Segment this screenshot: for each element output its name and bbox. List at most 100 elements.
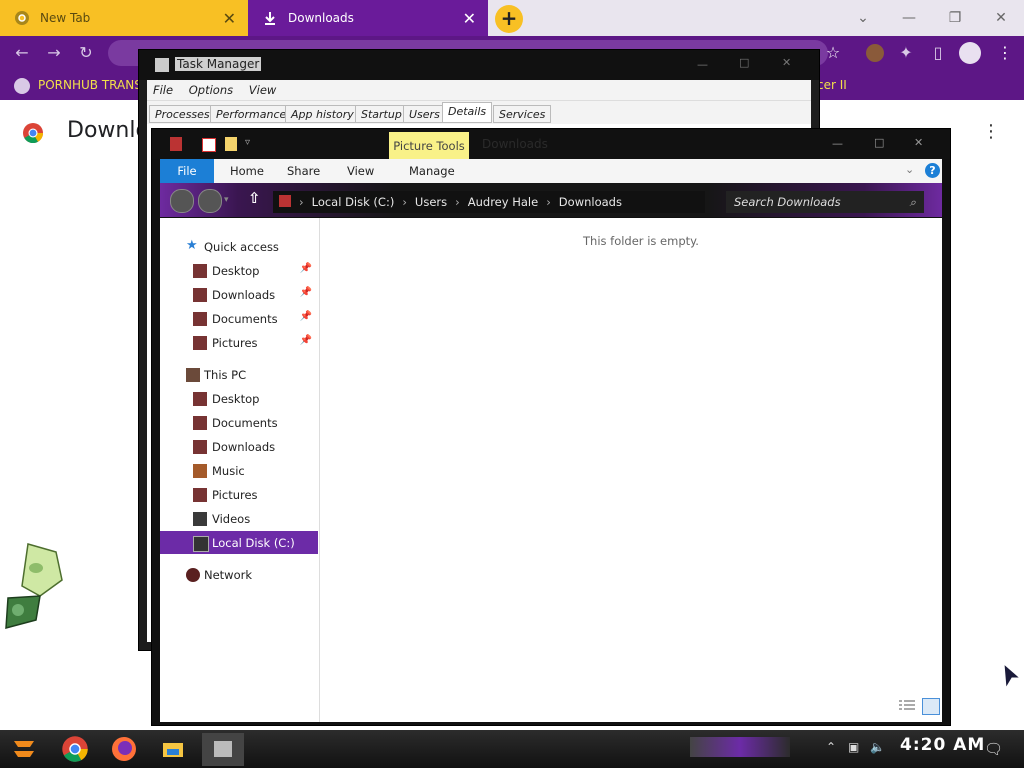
nav-pc-downloads[interactable]: Downloads — [160, 435, 318, 459]
menu-view[interactable]: View — [243, 80, 283, 97]
tab-downloads[interactable]: Downloads ✕ — [248, 0, 488, 36]
network-status-icon[interactable]: ▣ — [848, 740, 859, 754]
details-view-icon[interactable] — [899, 700, 915, 712]
tab-new-tab[interactable]: New Tab ✕ — [0, 0, 248, 36]
large-icons-view-icon[interactable] — [922, 698, 940, 715]
nav-pc-desktop[interactable]: Desktop — [160, 387, 318, 411]
crumb-local-disk[interactable]: Local Disk (C:) — [312, 195, 395, 209]
chrome-taskbar-icon[interactable] — [61, 735, 89, 763]
close-icon[interactable]: ✕ — [223, 9, 236, 28]
notifications-icon[interactable]: 🗨 — [984, 740, 1003, 758]
menu-dots-icon[interactable]: ⋮ — [996, 44, 1014, 62]
tab-users[interactable]: Users — [403, 105, 446, 123]
recent-locations-icon[interactable]: ▾ — [224, 195, 229, 205]
volume-icon[interactable]: 🔈 — [870, 740, 885, 754]
pin-icon: 📌 — [299, 287, 312, 298]
empty-folder-message: This folder is empty. — [583, 234, 699, 248]
nav-label: Videos — [212, 512, 251, 526]
close-icon[interactable]: ✕ — [914, 136, 923, 149]
ribbon-tab-share[interactable]: Share — [287, 159, 320, 183]
pin-icon: 📌 — [299, 263, 312, 274]
minimize-icon[interactable]: — — [897, 6, 921, 30]
close-icon[interactable]: ✕ — [989, 6, 1013, 30]
tab-processes[interactable]: Processes — [149, 105, 216, 123]
nav-pc-documents[interactable]: Documents — [160, 411, 318, 435]
menu-options[interactable]: Options — [183, 80, 239, 97]
ribbon-tab-file[interactable]: File — [160, 159, 214, 183]
properties-icon[interactable] — [202, 138, 216, 152]
side-panel-icon[interactable]: ▯ — [929, 44, 947, 62]
tab-details[interactable]: Details — [442, 102, 493, 123]
nav-pc-videos[interactable]: Videos — [160, 507, 318, 531]
nav-local-disk[interactable]: Local Disk (C:) — [160, 531, 318, 554]
file-explorer-taskbar-icon[interactable] — [159, 735, 187, 763]
new-tab-button[interactable]: + — [495, 5, 523, 33]
close-icon[interactable]: ✕ — [782, 56, 791, 69]
tab-app-history[interactable]: App history — [285, 105, 360, 123]
task-manager-title: Task Manager — [175, 57, 262, 71]
explorer-body: ★ Quick access Desktop 📌 Downloads 📌 Doc… — [160, 218, 942, 722]
minimize-icon[interactable]: — — [697, 58, 708, 71]
nav-network[interactable]: Network — [160, 563, 318, 587]
nav-quick-pictures[interactable]: Pictures 📌 — [160, 331, 318, 355]
desktop-icon — [193, 392, 207, 406]
crumb-user[interactable]: Audrey Hale — [468, 195, 538, 209]
close-icon[interactable]: ✕ — [463, 9, 476, 28]
address-breadcrumb[interactable]: › Local Disk (C:) › Users › Audrey Hale › Downl… — [273, 191, 705, 213]
nav-label: Downloads — [212, 440, 276, 454]
nav-quick-documents[interactable]: Documents 📌 — [160, 307, 318, 331]
tab-label: New Tab — [40, 11, 91, 25]
bookmark-item[interactable]: PORNHUB TRANS — [38, 78, 142, 92]
tab-services[interactable]: Services — [493, 105, 552, 123]
restore-icon[interactable]: ❐ — [943, 6, 967, 30]
profile-avatar[interactable] — [866, 44, 884, 62]
back-icon[interactable] — [170, 189, 194, 213]
help-icon[interactable]: ? — [925, 163, 940, 178]
page-title: Downlo — [67, 118, 149, 143]
explorer-ribbon: File Home Share View Manage ⌄ ? — [160, 159, 942, 183]
bookmark-star-icon[interactable]: ☆ — [824, 44, 842, 62]
pictures-icon — [193, 488, 207, 502]
desktop-icon — [193, 264, 207, 278]
nav-quick-downloads[interactable]: Downloads 📌 — [160, 283, 318, 307]
forward-icon[interactable] — [198, 189, 222, 213]
menu-file[interactable]: File — [147, 80, 179, 97]
nav-quick-desktop[interactable]: Desktop 📌 — [160, 259, 318, 283]
nav-pc-music[interactable]: Music — [160, 459, 318, 483]
account-icon[interactable] — [959, 42, 981, 64]
maximize-icon[interactable]: □ — [739, 56, 749, 69]
new-folder-icon[interactable] — [225, 137, 237, 151]
show-hidden-icons-icon[interactable]: ⌃ — [826, 740, 836, 754]
bookmark-item[interactable]: cer II — [817, 78, 847, 92]
minimize-icon[interactable]: — — [832, 137, 843, 150]
nav-this-pc[interactable]: This PC — [160, 363, 318, 387]
back-icon[interactable]: ← — [13, 44, 31, 62]
nav-pc-pictures[interactable]: Pictures — [160, 483, 318, 507]
crumb-downloads[interactable]: Downloads — [559, 195, 622, 209]
file-explorer-window: ▿ Downloads — □ ✕ Picture Tools File Hom… — [151, 128, 951, 726]
ribbon-tab-manage[interactable]: Manage — [409, 159, 455, 183]
nav-label: Pictures — [212, 336, 258, 350]
firefox-icon[interactable] — [110, 735, 138, 763]
expand-ribbon-icon[interactable]: ⌄ — [905, 163, 914, 176]
tab-performance[interactable]: Performance — [210, 105, 293, 123]
forward-icon[interactable]: → — [45, 44, 63, 62]
ribbon-tab-view[interactable]: View — [347, 159, 374, 183]
nav-quick-access[interactable]: ★ Quick access — [160, 235, 318, 259]
search-input[interactable]: Search Downloads ⌕ — [726, 191, 924, 213]
tab-startup[interactable]: Startup — [355, 105, 408, 123]
crumb-users[interactable]: Users — [415, 195, 447, 209]
documents-icon — [193, 312, 207, 326]
taskbar-clock[interactable]: 4:20 AM — [900, 735, 985, 755]
extensions-icon[interactable]: ✦ — [897, 44, 915, 62]
maximize-icon[interactable]: □ — [874, 136, 884, 149]
tab-search-icon[interactable]: ⌄ — [851, 6, 875, 30]
task-manager-menubar: File Options View — [147, 80, 811, 100]
start-icon[interactable] — [10, 735, 38, 763]
reload-icon[interactable]: ↻ — [77, 44, 95, 62]
ribbon-tab-home[interactable]: Home — [230, 159, 264, 183]
task-manager-taskbar-button[interactable] — [202, 733, 244, 766]
customize-quick-access-icon[interactable]: ▿ — [245, 137, 250, 148]
more-icon[interactable]: ⋮ — [982, 121, 1000, 142]
up-icon[interactable]: ⇧ — [248, 189, 261, 207]
